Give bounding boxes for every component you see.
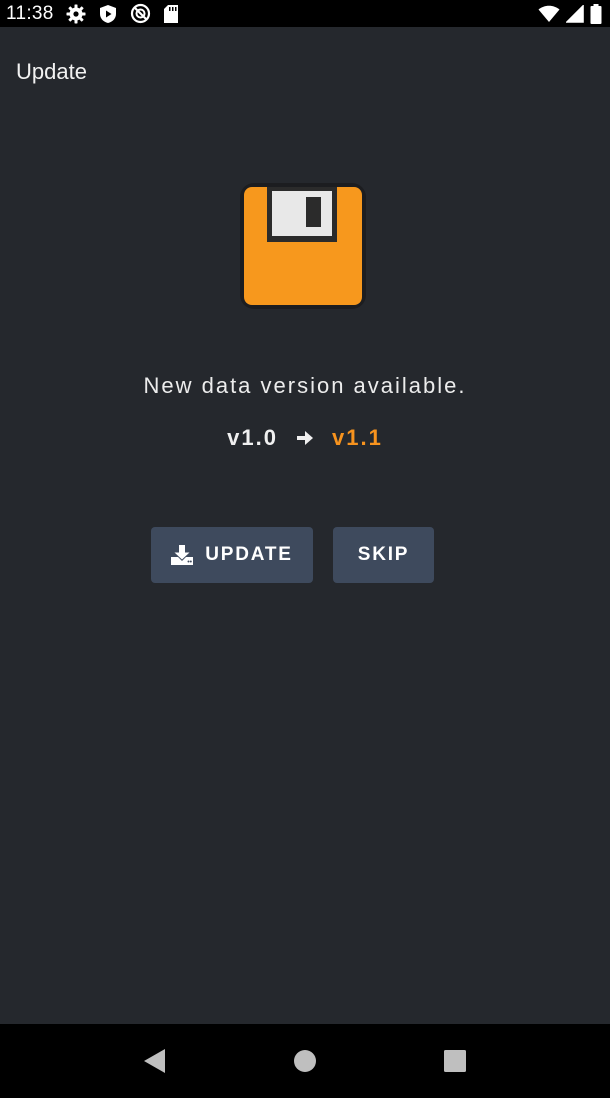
- recents-icon[interactable]: [425, 1031, 485, 1091]
- version-change: v1.0 v1.1: [0, 425, 610, 451]
- status-icons-left: [66, 3, 179, 24]
- update-message: New data version available.: [143, 373, 467, 398]
- download-icon: [171, 545, 194, 565]
- battery-icon: [590, 3, 602, 24]
- page-title: Update: [16, 59, 87, 84]
- play-protect-icon: [98, 4, 118, 24]
- back-icon[interactable]: [125, 1031, 185, 1091]
- update-button-label: UPDATE: [205, 544, 293, 565]
- no-disturb-icon: [130, 3, 151, 24]
- new-version: v1.1: [332, 425, 383, 450]
- status-time: 11:38: [6, 2, 54, 24]
- action-buttons: UPDATE SKIP: [151, 527, 434, 583]
- status-bar: 11:38: [0, 0, 610, 27]
- update-button[interactable]: UPDATE: [151, 527, 313, 583]
- gear-icon: [66, 4, 86, 24]
- current-version: v1.0: [227, 425, 278, 450]
- wifi-icon: [538, 5, 560, 23]
- sd-card-icon: [163, 4, 179, 24]
- navigation-bar: [0, 1024, 610, 1098]
- home-icon[interactable]: [275, 1031, 335, 1091]
- status-left: 11:38: [6, 3, 179, 25]
- skip-button[interactable]: SKIP: [333, 527, 434, 583]
- floppy-disk-icon: [240, 183, 366, 309]
- signal-icon: [566, 4, 584, 23]
- arrow-right-icon: [296, 429, 314, 447]
- update-screen: Update New data version available. v1.0 …: [0, 27, 610, 1024]
- status-right: [538, 3, 602, 24]
- skip-button-label: SKIP: [357, 544, 410, 565]
